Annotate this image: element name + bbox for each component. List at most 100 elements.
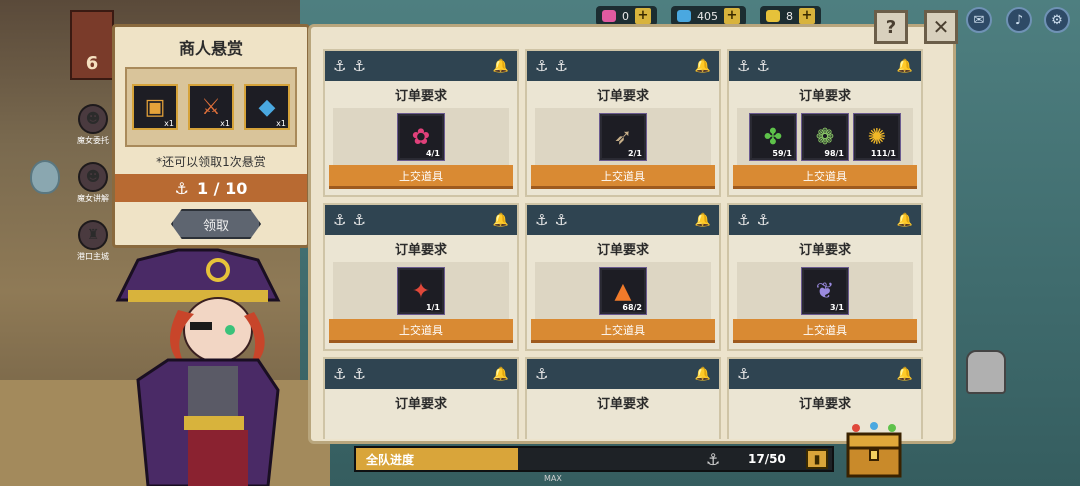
sound-icon[interactable]: ♪ bbox=[1006, 7, 1032, 33]
side-menu: ☻ 魔女委托 ☻ 魔女讲解 ♜ 港口主城 bbox=[74, 104, 112, 262]
required-item[interactable]: ➶ 2/1 bbox=[599, 113, 647, 161]
house-building[interactable]: 6 bbox=[70, 10, 114, 80]
claim-button[interactable]: 领取 bbox=[171, 209, 261, 239]
anchor-icon: ⚓ bbox=[756, 57, 770, 75]
bell-icon[interactable]: 🔔 bbox=[897, 59, 913, 74]
reward-count: x1 bbox=[276, 119, 286, 128]
bell-icon[interactable]: 🔔 bbox=[897, 213, 913, 228]
order-card: ⚓ ⚓ 🔔 订单要求 ❦ 3/1 上交道具 bbox=[727, 203, 923, 351]
order-title: 订单要求 bbox=[394, 243, 447, 258]
add-resource-button[interactable]: + bbox=[724, 8, 740, 24]
order-card-header: ⚓ ⚓ 🔔 bbox=[325, 205, 517, 235]
side-button-1[interactable]: ☻ 魔女讲解 bbox=[74, 162, 112, 204]
bell-icon[interactable]: 🔔 bbox=[695, 59, 711, 74]
required-count: 3/1 bbox=[829, 303, 844, 312]
sunflower-icon: ✺ bbox=[867, 124, 887, 150]
required-item[interactable]: ❁ 98/1 bbox=[801, 113, 849, 161]
order-requirements: ✿ 4/1 bbox=[333, 108, 509, 166]
pink-gem-icon bbox=[602, 10, 616, 22]
order-card-header: ⚓ ⚓ 🔔 bbox=[729, 205, 921, 235]
blue-gem-icon bbox=[677, 10, 691, 22]
anchor-icon: ⚓ bbox=[352, 57, 366, 75]
bell-icon[interactable]: 🔔 bbox=[897, 367, 913, 382]
team-progress-count: 17/50 bbox=[748, 452, 786, 466]
resource-value: 405 bbox=[697, 9, 718, 23]
resource-blue-gem: 405 + bbox=[671, 6, 746, 26]
order-requirements: ❦ 3/1 bbox=[737, 262, 913, 320]
required-item[interactable]: ✤ 59/1 bbox=[749, 113, 797, 161]
resource-value: 8 bbox=[786, 9, 793, 23]
bell-icon[interactable]: 🔔 bbox=[493, 59, 509, 74]
order-title: 订单要求 bbox=[798, 89, 851, 104]
reward-count: x1 bbox=[220, 119, 230, 128]
chest-icon: ▣ bbox=[144, 94, 166, 120]
submit-items-button[interactable]: 上交道具 bbox=[329, 165, 513, 189]
mail-icon[interactable]: ✉ bbox=[966, 7, 992, 33]
anchor-icon: ⚓ bbox=[756, 211, 770, 229]
side-button-0[interactable]: ☻ 魔女委托 bbox=[74, 104, 112, 146]
submit-items-button[interactable]: 上交道具 bbox=[733, 319, 917, 343]
bounty-title: 商人悬赏 bbox=[178, 39, 243, 58]
resource-bar: 0 + 405 +8 + bbox=[596, 6, 821, 26]
required-count: 98/1 bbox=[824, 149, 844, 158]
submit-items-button[interactable]: 上交道具 bbox=[531, 319, 715, 343]
reward-count: x1 bbox=[164, 119, 174, 128]
witch-icon-2: ☻ bbox=[78, 162, 108, 192]
milestone-flag-icon[interactable]: ▮ bbox=[806, 449, 828, 469]
reward-slot[interactable]: ◆ x1 bbox=[244, 84, 290, 130]
team-progress-bar: 全队进度 ⚓ 17/50 ▮ bbox=[354, 446, 834, 472]
treasure-chest-icon[interactable] bbox=[842, 420, 906, 480]
reward-slot[interactable]: ⚔ x1 bbox=[188, 84, 234, 130]
feather-icon: ❦ bbox=[815, 278, 835, 304]
order-card: ⚓ ⚓ 🔔 订单要求 ✤ 59/1 ❁ 98/1 ✺ 111/1 上交道具 bbox=[727, 49, 923, 197]
bell-icon[interactable]: 🔔 bbox=[493, 367, 509, 382]
anchor-icon: ⚓ bbox=[174, 178, 189, 198]
order-grid: ⚓ ⚓ 🔔 订单要求 ✿ 4/1 上交道具 ⚓ ⚓ 🔔 订单要求 ➶ 2/1 上交道具 ⚓ ⚓ 🔔 订单要求 ✤ 59… bbox=[323, 49, 943, 439]
witch-icon-1: ☻ bbox=[78, 104, 108, 134]
required-item[interactable]: ✦ 1/1 bbox=[397, 267, 445, 315]
reward-slot[interactable]: ▣ x1 bbox=[132, 84, 178, 130]
bell-icon[interactable]: 🔔 bbox=[695, 367, 711, 382]
settings-icon[interactable]: ⚙ bbox=[1044, 7, 1070, 33]
order-requirements: ➶ 2/1 bbox=[535, 108, 711, 166]
order-card: ⚓ ⚓ 🔔 订单要求 ▲ 68/2 上交道具 bbox=[525, 203, 721, 351]
glove-icon[interactable] bbox=[966, 350, 1006, 394]
order-card: ⚓ 🔔 订单要求 bbox=[525, 357, 721, 439]
help-button[interactable]: ? bbox=[874, 10, 908, 44]
bell-icon[interactable]: 🔔 bbox=[695, 213, 711, 228]
add-resource-button[interactable]: + bbox=[799, 8, 815, 24]
add-resource-button[interactable]: + bbox=[635, 8, 651, 24]
submit-items-button[interactable]: 上交道具 bbox=[733, 165, 917, 189]
anchor-icon: ⚓ bbox=[554, 211, 568, 229]
close-button[interactable]: ✕ bbox=[924, 10, 958, 44]
required-item[interactable]: ✺ 111/1 bbox=[853, 113, 901, 161]
order-card-header: ⚓ 🔔 bbox=[729, 359, 921, 389]
side-button-label: 魔女讲解 bbox=[77, 194, 109, 203]
water-drop-icon[interactable] bbox=[30, 160, 60, 194]
required-item[interactable]: ▲ 68/2 bbox=[599, 267, 647, 315]
carrot-icon: ▲ bbox=[614, 278, 632, 304]
side-button-2[interactable]: ♜ 港口主城 bbox=[74, 220, 112, 262]
order-requirements: ✦ 1/1 bbox=[333, 262, 509, 320]
anchor-icon: ⚓ bbox=[352, 211, 366, 229]
crab-icon: ✦ bbox=[411, 278, 431, 304]
order-card-header: ⚓ ⚓ 🔔 bbox=[325, 359, 517, 389]
orders-scroll-area[interactable]: ⚓ ⚓ 🔔 订单要求 ✿ 4/1 上交道具 ⚓ ⚓ 🔔 订单要求 ➶ 2/1 上交道具 ⚓ ⚓ 🔔 订单要求 ✤ 59… bbox=[323, 49, 943, 439]
bounty-rewards: ▣ x1 ⚔ x1 ◆ x1 bbox=[125, 67, 297, 147]
required-item[interactable]: ❦ 3/1 bbox=[801, 267, 849, 315]
sword-icon: ⚔ bbox=[201, 94, 221, 120]
required-count: 68/2 bbox=[622, 303, 642, 312]
pink-coral-icon: ✿ bbox=[411, 124, 431, 150]
green-herb-icon: ✤ bbox=[763, 124, 783, 150]
order-title: 订单要求 bbox=[596, 397, 649, 412]
house-number: 6 bbox=[85, 53, 99, 74]
bell-icon[interactable]: 🔔 bbox=[493, 213, 509, 228]
anchor-icon: ⚓ bbox=[554, 57, 568, 75]
submit-items-button[interactable]: 上交道具 bbox=[531, 165, 715, 189]
submit-items-button[interactable]: 上交道具 bbox=[329, 319, 513, 343]
anchor-icon: ⚓ bbox=[535, 365, 549, 383]
required-item[interactable]: ✿ 4/1 bbox=[397, 113, 445, 161]
resource-pink-gem: 0 + bbox=[596, 6, 657, 26]
cabbage-icon: ❁ bbox=[815, 124, 835, 150]
pirate-captain-character bbox=[115, 248, 281, 486]
